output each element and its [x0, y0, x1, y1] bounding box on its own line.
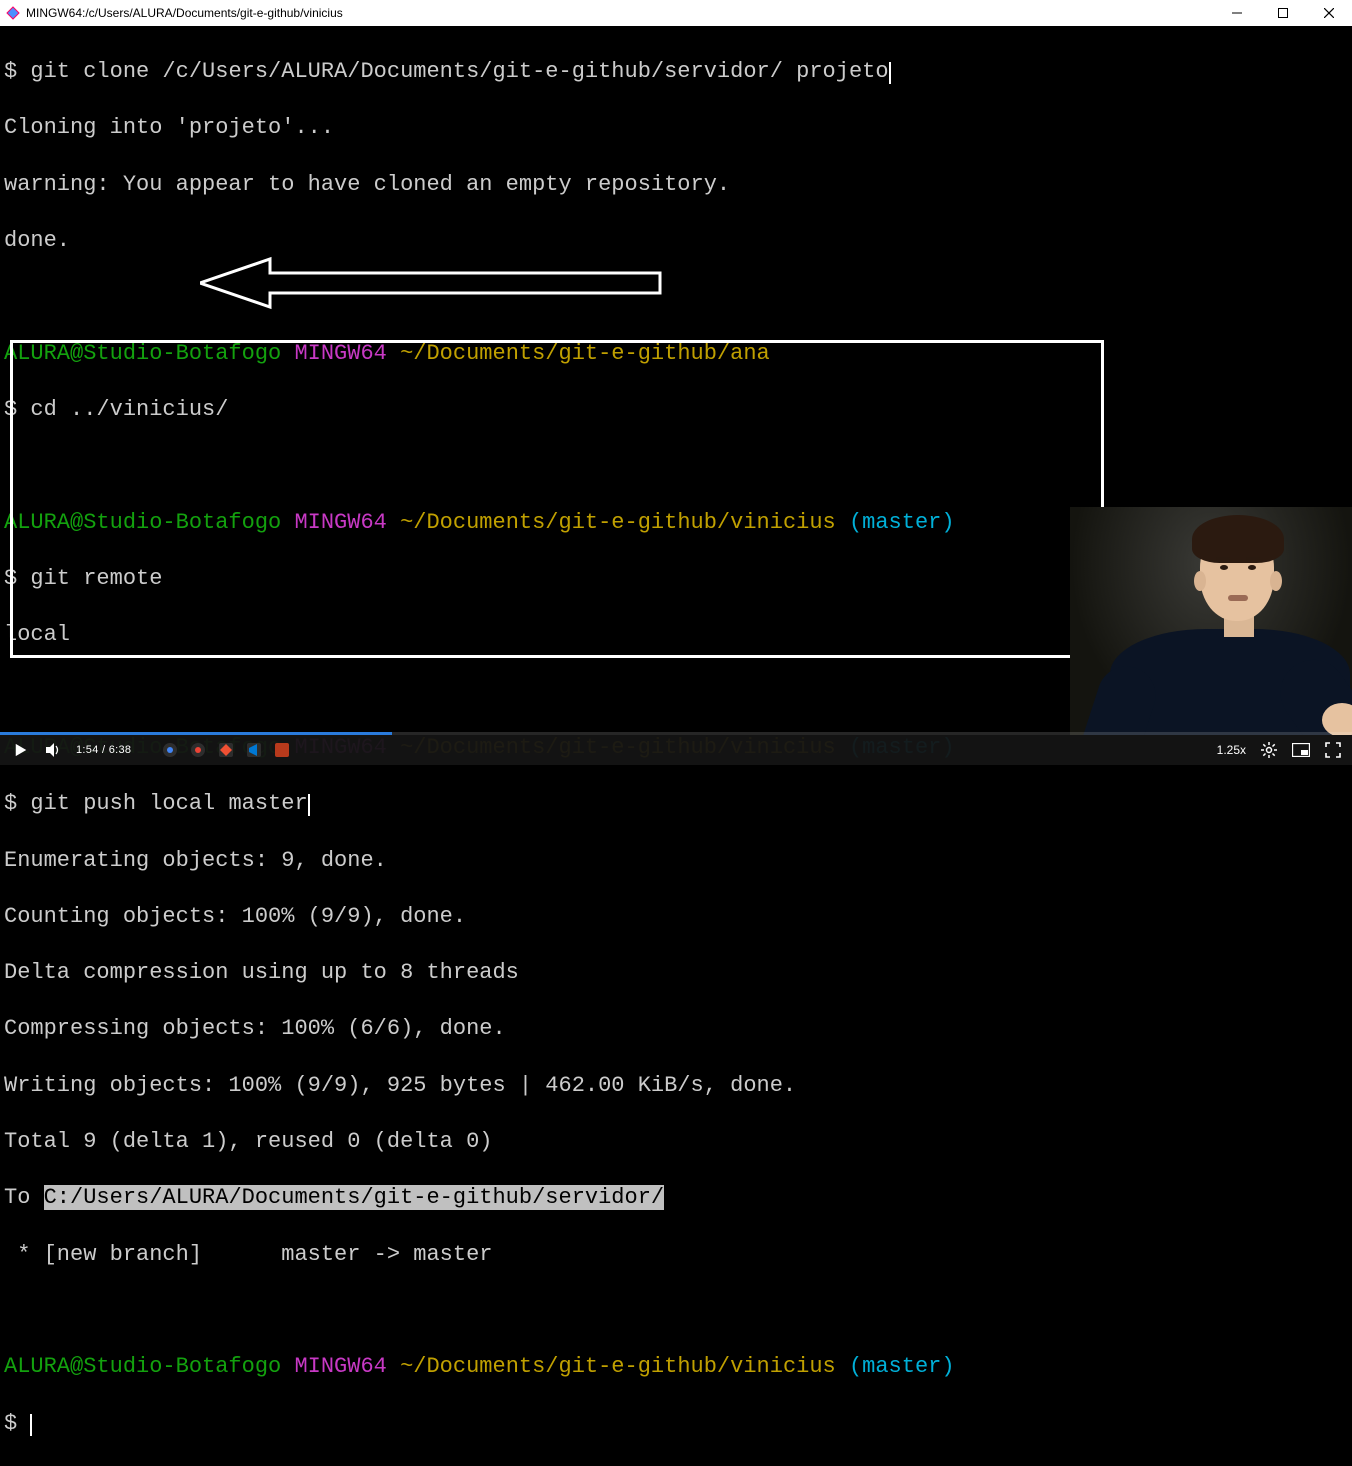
titlebar-left: MINGW64:/c/Users/ALURA/Documents/git-e-g…	[6, 6, 343, 20]
chrome-icon	[189, 741, 207, 759]
fullscreen-button[interactable]	[1324, 741, 1342, 759]
terminal-line: warning: You appear to have cloned an em…	[4, 171, 1348, 199]
cursor	[308, 794, 310, 816]
terminal-line	[4, 283, 1348, 311]
close-button[interactable]	[1306, 0, 1352, 26]
chrome-icon	[161, 741, 179, 759]
taskbar-background-icons	[161, 741, 291, 759]
terminal-line	[4, 1297, 1348, 1325]
video-controls-bar: 1:54 / 6:38 1.25x	[0, 735, 1352, 765]
git-icon	[217, 741, 235, 759]
cursor	[889, 62, 891, 84]
terminal-line: $ git clone /c/Users/ALURA/Documents/git…	[4, 58, 1348, 86]
terminal-line: Delta compression using up to 8 threads	[4, 959, 1348, 987]
terminal-line: $	[4, 1410, 1348, 1438]
vscode-icon	[245, 741, 263, 759]
play-button[interactable]	[12, 741, 30, 759]
terminal-line: Enumerating objects: 9, done.	[4, 847, 1348, 875]
terminal-line: Total 9 (delta 1), reused 0 (delta 0)	[4, 1128, 1348, 1156]
terminal-line: To C:/Users/ALURA/Documents/git-e-github…	[4, 1184, 1348, 1212]
terminal-line: ALURA@Studio-Botafogo MINGW64 ~/Document…	[4, 340, 1348, 368]
terminal-line: $ cd ../vinicius/	[4, 396, 1348, 424]
app-icon	[6, 6, 20, 20]
terminal-line: done.	[4, 227, 1348, 255]
settings-button[interactable]	[1260, 741, 1278, 759]
terminal-line: $ git push local master	[4, 790, 1348, 818]
presenter-webcam	[1070, 507, 1352, 735]
picture-in-picture-button[interactable]	[1292, 741, 1310, 759]
terminal-line: Compressing objects: 100% (6/6), done.	[4, 1015, 1348, 1043]
window-controls	[1214, 0, 1352, 26]
terminal-line: Writing objects: 100% (9/9), 925 bytes |…	[4, 1072, 1348, 1100]
terminal-line: * [new branch] master -> master	[4, 1241, 1348, 1269]
cursor	[30, 1414, 32, 1436]
app-icon	[273, 741, 291, 759]
maximize-button[interactable]	[1260, 0, 1306, 26]
volume-button[interactable]	[44, 741, 62, 759]
terminal-line: Counting objects: 100% (9/9), done.	[4, 903, 1348, 931]
terminal-line: ALURA@Studio-Botafogo MINGW64 ~/Document…	[4, 1353, 1348, 1381]
playback-speed-button[interactable]: 1.25x	[1217, 743, 1246, 757]
terminal-line	[4, 452, 1348, 480]
minimize-button[interactable]	[1214, 0, 1260, 26]
window-titlebar: MINGW64:/c/Users/ALURA/Documents/git-e-g…	[0, 0, 1352, 26]
video-time: 1:54 / 6:38	[76, 744, 131, 756]
terminal-line: Cloning into 'projeto'...	[4, 114, 1348, 142]
window-title: MINGW64:/c/Users/ALURA/Documents/git-e-g…	[26, 6, 343, 20]
